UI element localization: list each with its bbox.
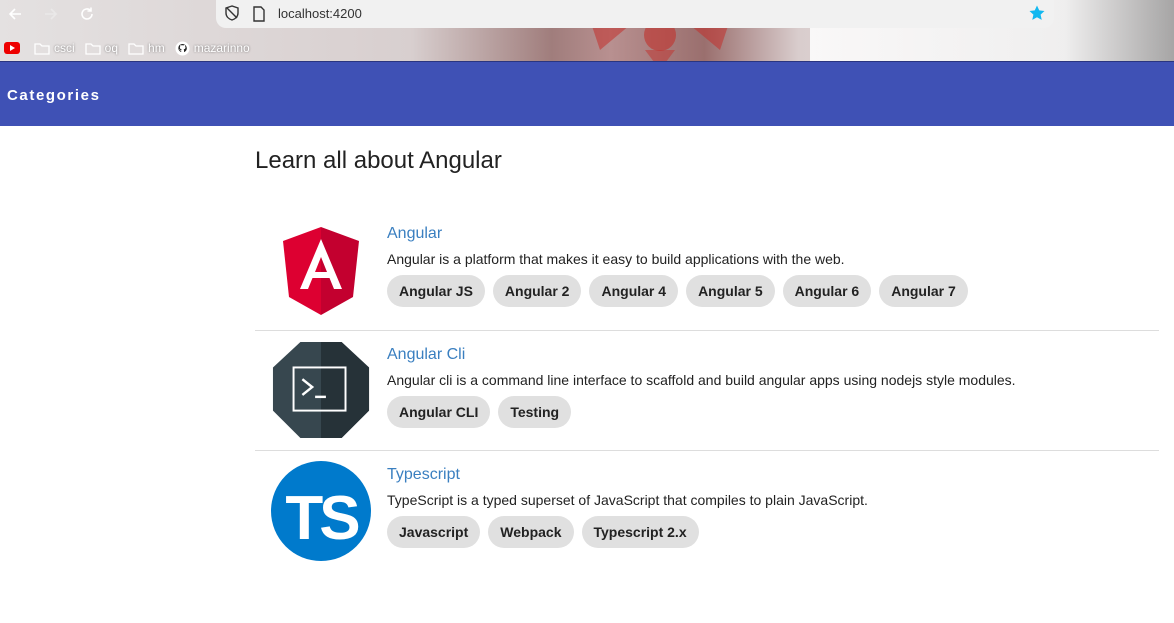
item-title-link[interactable]: Angular Cli [387, 346, 465, 364]
toolbar-title: Categories [7, 87, 101, 104]
item-title-link[interactable]: Angular [387, 225, 442, 243]
app-toolbar: Categories [0, 61, 1174, 126]
folder-icon [34, 42, 50, 55]
arrow-right-icon [45, 8, 58, 20]
list-item: Angular Angular is a platform that makes… [255, 222, 1159, 331]
svg-text:TS: TS [285, 484, 358, 553]
bookmark-mazarinno[interactable]: mazarinno [175, 40, 250, 56]
reload-icon [81, 7, 93, 20]
folder-icon [128, 42, 144, 55]
bookmark-star-icon[interactable] [1028, 4, 1046, 22]
browser-chrome: localhost:4200 csci oq hm mazarinno [0, 0, 1174, 61]
back-button[interactable] [5, 4, 25, 24]
reload-button[interactable] [77, 4, 97, 24]
typescript-logo-icon: TS [271, 461, 371, 561]
forward-button[interactable] [41, 4, 61, 24]
chip[interactable]: Angular 6 [782, 275, 872, 307]
youtube-icon [4, 42, 20, 54]
bookmark-label: mazarinno [193, 41, 250, 55]
bookmark-label: hm [148, 41, 165, 55]
list-item: TS Typescript TypeScript is a typed supe… [255, 451, 1159, 571]
page-icon[interactable] [252, 6, 266, 22]
bookmark-label: oq [104, 41, 119, 55]
chip[interactable]: Javascript [387, 516, 481, 548]
bookmark-youtube[interactable] [4, 42, 24, 54]
chip-list: Angular JS Angular 2 Angular 4 Angular 5… [387, 275, 976, 307]
item-title-link[interactable]: Typescript [387, 466, 460, 484]
bookmark-label: csci [54, 41, 75, 55]
tracking-protection-icon[interactable] [224, 5, 240, 21]
chip[interactable]: Angular 4 [589, 275, 679, 307]
angular-logo-icon [283, 227, 359, 315]
terminal-logo-icon [272, 341, 370, 439]
chip[interactable]: Angular CLI [387, 396, 491, 428]
url-text[interactable]: localhost:4200 [278, 6, 362, 21]
chip[interactable]: Testing [498, 396, 572, 428]
chip[interactable]: Angular 5 [686, 275, 775, 307]
arrow-left-icon [8, 8, 21, 20]
folder-icon [85, 42, 101, 55]
chip[interactable]: Angular JS [387, 275, 485, 307]
chip-list: Javascript Webpack Typescript 2.x [387, 516, 707, 548]
bookmark-folder-csci[interactable]: csci [34, 41, 75, 55]
item-description: Angular cli is a command line interface … [387, 372, 1016, 388]
chip[interactable]: Angular 2 [492, 275, 582, 307]
chip[interactable]: Webpack [488, 516, 574, 548]
chip[interactable]: Angular 7 [879, 275, 968, 307]
item-description: TypeScript is a typed superset of JavaSc… [387, 492, 868, 508]
bookmark-folder-hm[interactable]: hm [128, 41, 165, 55]
chip[interactable]: Typescript 2.x [581, 516, 699, 548]
item-description: Angular is a platform that makes it easy… [387, 251, 845, 267]
address-bar[interactable]: localhost:4200 [216, 0, 1054, 28]
page-title: Learn all about Angular [255, 147, 502, 174]
chip-list: Angular CLI Testing [387, 396, 579, 428]
bookmark-folder-oq[interactable]: oq [85, 41, 118, 55]
list-item: Angular Cli Angular cli is a command lin… [255, 331, 1159, 451]
github-icon [175, 40, 190, 56]
bookmarks-bar: csci oq hm mazarinno [0, 38, 256, 58]
